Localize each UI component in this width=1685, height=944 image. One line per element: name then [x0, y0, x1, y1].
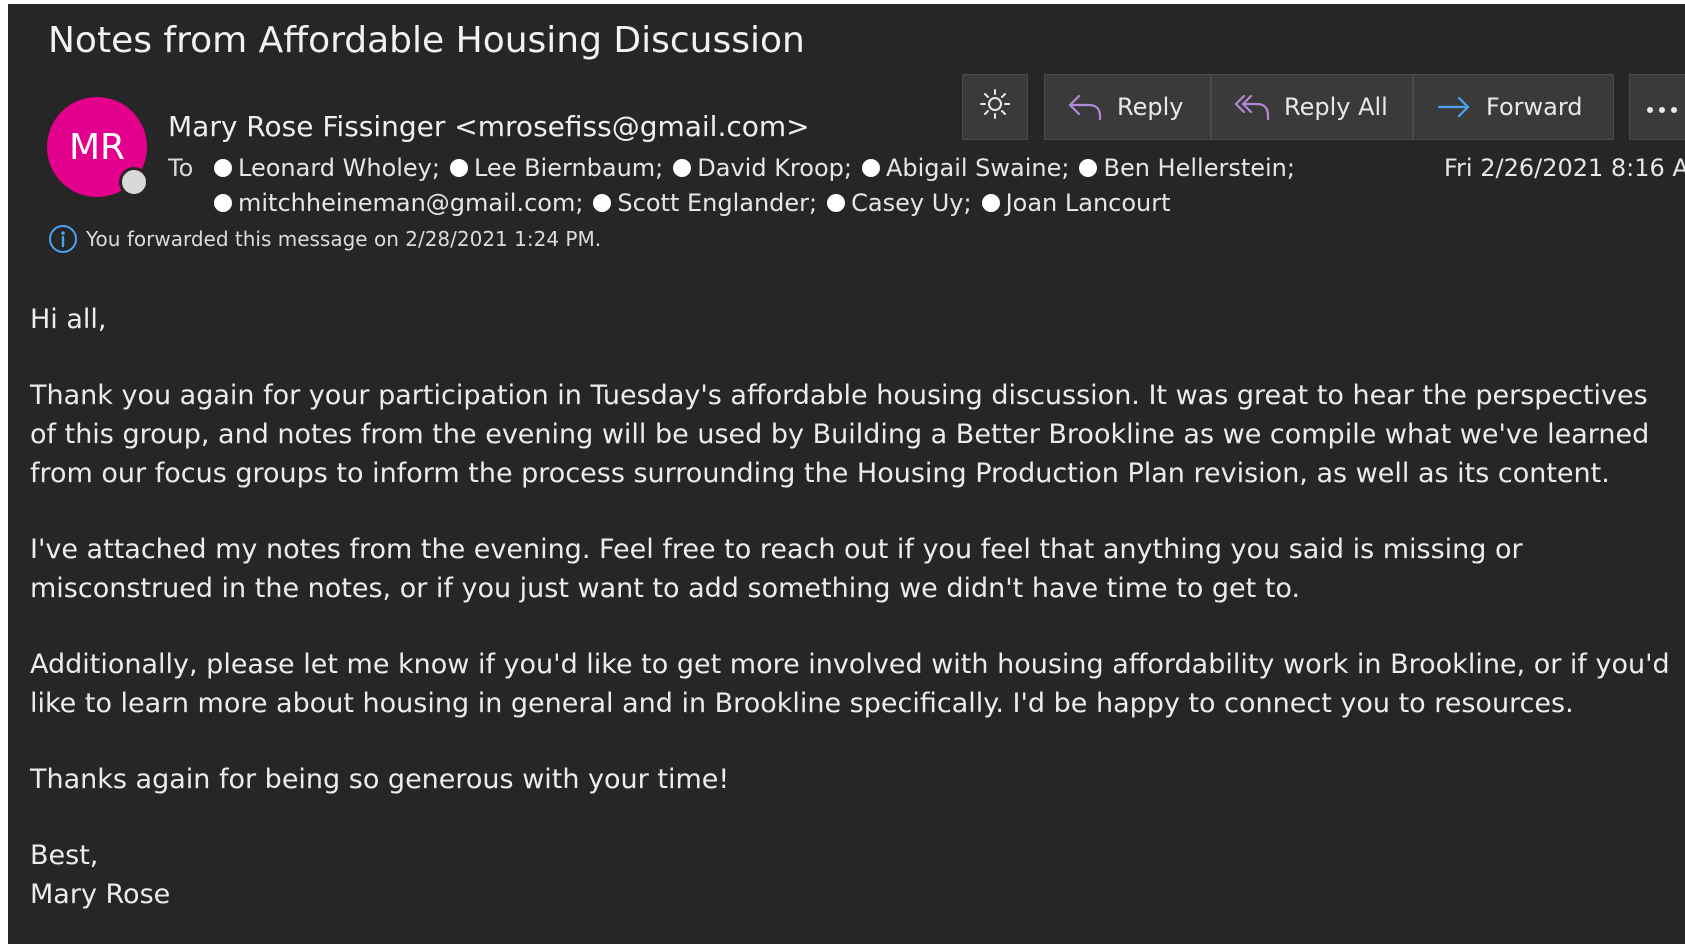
- body-paragraph-3: Additionally, please let me know if you'…: [30, 649, 1670, 719]
- presence-dot: [861, 159, 880, 177]
- recipient[interactable]: Joan Lancourt: [981, 189, 1171, 217]
- sent-date: Fri 2/26/2021 8:16 AM: [1444, 154, 1685, 182]
- body-paragraph-1: Thank you again for your participation i…: [30, 380, 1650, 489]
- reply-all-label: Reply All: [1284, 93, 1388, 121]
- info-icon: [48, 224, 78, 254]
- recipient[interactable]: Abigail Swaine;: [861, 154, 1069, 182]
- body-greeting: Hi all,: [30, 304, 107, 335]
- sender-name[interactable]: Mary Rose Fissinger <mrosefiss@gmail.com…: [168, 110, 810, 143]
- email-subject: Notes from Affordable Housing Discussion: [48, 20, 805, 61]
- presence-dot: [449, 159, 468, 177]
- recipient[interactable]: Casey Uy;: [827, 189, 972, 217]
- email-reading-pane: Notes from Affordable Housing Discussion…: [8, 4, 1685, 944]
- recipients-row-2: mitchheineman@gmail.com; Scott Englander…: [214, 189, 1181, 217]
- presence-dot: [981, 194, 1000, 212]
- body-paragraph-4: Thanks again for being so generous with …: [30, 764, 730, 795]
- recipient[interactable]: David Kroop;: [673, 154, 852, 182]
- presence-dot: [673, 159, 692, 177]
- forward-label: Forward: [1486, 93, 1583, 121]
- recipients-row-1: Leonard Wholey; Lee Biernbaum; David Kro…: [214, 154, 1305, 182]
- more-actions-button[interactable]: [1629, 74, 1685, 140]
- recipient[interactable]: mitchheineman@gmail.com;: [214, 189, 583, 217]
- presence-dot: [1079, 159, 1098, 177]
- theme-toggle-button[interactable]: [962, 74, 1028, 140]
- reply-icon: [1067, 92, 1103, 122]
- forwarded-info-bar: You forwarded this message on 2/28/2021 …: [48, 224, 601, 254]
- recipient[interactable]: Lee Biernbaum;: [449, 154, 663, 182]
- recipient[interactable]: Scott Englander;: [593, 189, 817, 217]
- sun-icon: [978, 87, 1012, 127]
- forward-button[interactable]: Forward: [1413, 74, 1614, 140]
- recipient[interactable]: Leonard Wholey;: [214, 154, 440, 182]
- message-body: Hi all, Thank you again for your partici…: [30, 300, 1680, 944]
- presence-dot: [214, 194, 232, 212]
- reply-button[interactable]: Reply: [1044, 74, 1211, 140]
- body-signature: Best, Mary Rose: [30, 836, 1680, 914]
- avatar-initials: MR: [68, 126, 126, 168]
- presence-dot: [827, 194, 846, 212]
- presence-status-indicator: [119, 167, 149, 197]
- forwarded-info-text: You forwarded this message on 2/28/2021 …: [86, 227, 602, 251]
- reply-all-button[interactable]: Reply All: [1211, 74, 1413, 140]
- presence-dot: [593, 194, 612, 212]
- presence-dot: [214, 159, 232, 177]
- reply-all-icon: [1234, 92, 1270, 122]
- body-paragraph-2: I've attached my notes from the evening.…: [30, 534, 1523, 604]
- reply-label: Reply: [1117, 93, 1184, 121]
- signoff: Best,: [30, 840, 99, 871]
- to-label: To: [168, 154, 194, 182]
- more-icon: [1645, 93, 1679, 121]
- forward-arrow-icon: [1436, 92, 1472, 122]
- recipient[interactable]: Ben Hellerstein;: [1079, 154, 1295, 182]
- signature-name: Mary Rose: [30, 879, 171, 910]
